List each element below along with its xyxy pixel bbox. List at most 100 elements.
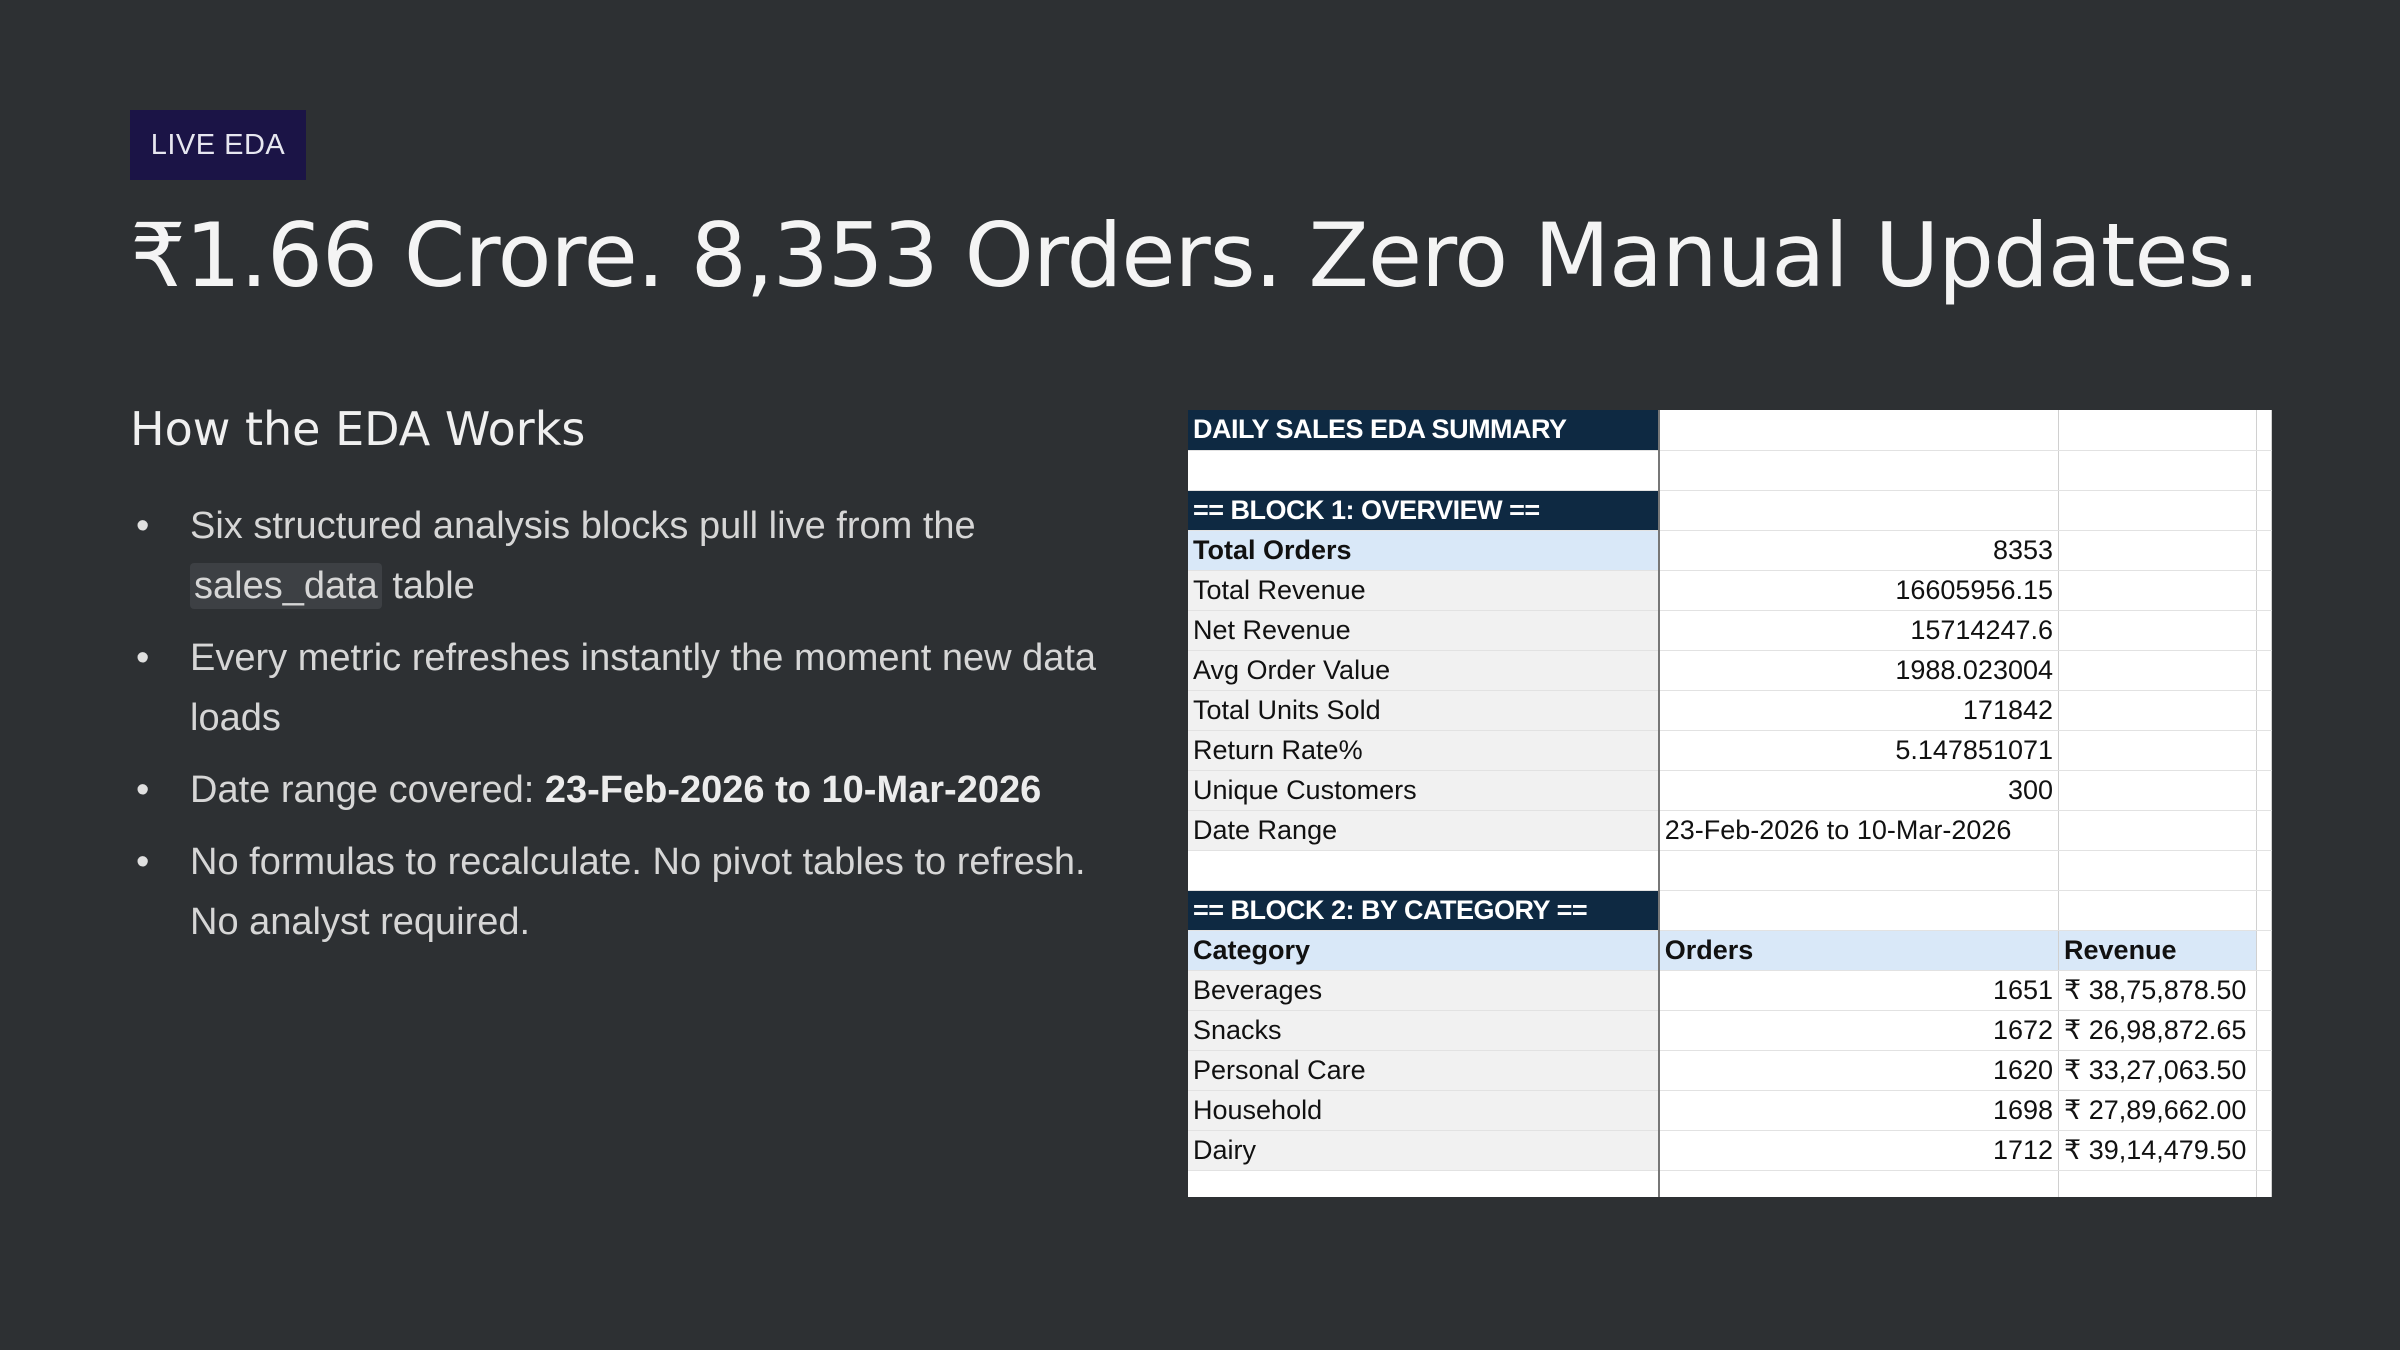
category-name[interactable]: Personal Care bbox=[1188, 1050, 1660, 1091]
table-row bbox=[1188, 850, 2272, 891]
cell[interactable] bbox=[2058, 730, 2257, 771]
cell[interactable] bbox=[2256, 650, 2272, 691]
bullet-item: • Six structured analysis blocks pull li… bbox=[130, 496, 1130, 616]
cell[interactable] bbox=[2256, 1130, 2272, 1171]
cell[interactable] bbox=[2256, 1090, 2272, 1131]
cell[interactable] bbox=[2256, 690, 2272, 731]
metric-label[interactable]: Return Rate% bbox=[1188, 730, 1660, 771]
metric-value[interactable]: 15714247.6 bbox=[1658, 610, 2060, 651]
metric-label[interactable]: Total Revenue bbox=[1188, 570, 1660, 611]
table-row: Total Orders 8353 bbox=[1188, 530, 2272, 571]
table-row: Total Revenue 16605956.15 bbox=[1188, 570, 2272, 611]
category-revenue[interactable]: ₹ 27,89,662.00 bbox=[2058, 1090, 2257, 1131]
cell[interactable] bbox=[2256, 770, 2272, 811]
metric-label[interactable]: Date Range bbox=[1188, 810, 1660, 851]
cell[interactable] bbox=[2058, 1170, 2257, 1197]
date-range-highlight: 23-Feb-2026 to 10-Mar-2026 bbox=[544, 769, 1042, 811]
cell[interactable] bbox=[2058, 690, 2257, 731]
table-row: Total Units Sold 171842 bbox=[1188, 690, 2272, 731]
cell[interactable] bbox=[2256, 810, 2272, 851]
metric-label[interactable]: Total Orders bbox=[1188, 530, 1660, 571]
cell[interactable] bbox=[1188, 450, 1660, 491]
cell[interactable] bbox=[1188, 1170, 1660, 1197]
column-header[interactable]: Category bbox=[1188, 930, 1660, 971]
category-orders[interactable]: 1651 bbox=[1658, 970, 2060, 1011]
category-revenue[interactable]: ₹ 39,14,479.50 bbox=[2058, 1130, 2257, 1171]
cell[interactable] bbox=[2058, 850, 2257, 891]
cell[interactable] bbox=[2058, 490, 2257, 531]
table-row: Date Range 23-Feb-2026 to 10-Mar-2026 bbox=[1188, 810, 2272, 851]
category-name[interactable]: Dairy bbox=[1188, 1130, 1660, 1171]
bullet-dot-icon: • bbox=[136, 505, 150, 547]
cell[interactable] bbox=[2058, 890, 2257, 931]
cell[interactable] bbox=[2058, 650, 2257, 691]
cell[interactable] bbox=[2058, 450, 2257, 491]
bullet-dot-icon: • bbox=[136, 769, 150, 811]
cell[interactable] bbox=[2256, 450, 2272, 491]
cell[interactable] bbox=[2256, 1010, 2272, 1051]
metric-value[interactable]: 16605956.15 bbox=[1658, 570, 2060, 611]
cell[interactable] bbox=[2256, 930, 2272, 971]
metric-value[interactable]: 171842 bbox=[1658, 690, 2060, 731]
cell[interactable] bbox=[1658, 850, 2060, 891]
bullet-item: • No formulas to recalculate. No pivot t… bbox=[130, 832, 1130, 952]
cell[interactable] bbox=[1658, 1170, 2060, 1197]
cell[interactable] bbox=[2058, 410, 2257, 451]
table-row: == BLOCK 2: BY CATEGORY == bbox=[1188, 890, 2272, 931]
cell[interactable] bbox=[2256, 730, 2272, 771]
table-row: Unique Customers 300 bbox=[1188, 770, 2272, 811]
metric-label[interactable]: Total Units Sold bbox=[1188, 690, 1660, 731]
metric-label[interactable]: Avg Order Value bbox=[1188, 650, 1660, 691]
metric-value[interactable]: 1988.023004 bbox=[1658, 650, 2060, 691]
metric-value[interactable]: 8353 bbox=[1658, 530, 2060, 571]
cell[interactable] bbox=[1188, 850, 1660, 891]
category-revenue[interactable]: ₹ 33,27,063.50 bbox=[2058, 1050, 2257, 1091]
cell[interactable] bbox=[2058, 610, 2257, 651]
column-header[interactable]: Revenue bbox=[2058, 930, 2257, 971]
category-revenue[interactable]: ₹ 38,75,878.50 bbox=[2058, 970, 2257, 1011]
cell[interactable] bbox=[2256, 410, 2272, 451]
block1-header[interactable]: == BLOCK 1: OVERVIEW == bbox=[1188, 490, 1660, 531]
sheet-title[interactable]: DAILY SALES EDA SUMMARY bbox=[1188, 410, 1660, 451]
category-revenue[interactable]: ₹ 26,98,872.65 bbox=[2058, 1010, 2257, 1051]
bullet-dot-icon: • bbox=[136, 637, 150, 679]
cell[interactable] bbox=[2256, 890, 2272, 931]
block2-header[interactable]: == BLOCK 2: BY CATEGORY == bbox=[1188, 890, 1660, 931]
metric-value[interactable]: 5.147851071 bbox=[1658, 730, 2060, 771]
cell[interactable] bbox=[2058, 530, 2257, 571]
table-row: Personal Care 1620 ₹ 33,27,063.50 bbox=[1188, 1050, 2272, 1091]
table-row: Beverages 1651 ₹ 38,75,878.50 bbox=[1188, 970, 2272, 1011]
cell[interactable] bbox=[2058, 770, 2257, 811]
cell[interactable] bbox=[2256, 970, 2272, 1011]
cell[interactable] bbox=[1658, 890, 2060, 931]
table-row: Household 1698 ₹ 27,89,662.00 bbox=[1188, 1090, 2272, 1131]
column-header[interactable]: Orders bbox=[1658, 930, 2060, 971]
spreadsheet-screenshot: DAILY SALES EDA SUMMARY == BLOCK 1: OVER… bbox=[1188, 410, 2272, 1197]
category-name[interactable]: Snacks bbox=[1188, 1010, 1660, 1051]
table-row: Return Rate% 5.147851071 bbox=[1188, 730, 2272, 771]
cell[interactable] bbox=[2256, 1050, 2272, 1091]
category-orders[interactable]: 1672 bbox=[1658, 1010, 2060, 1051]
cell[interactable] bbox=[2256, 610, 2272, 651]
category-orders[interactable]: 1620 bbox=[1658, 1050, 2060, 1091]
category-name[interactable]: Beverages bbox=[1188, 970, 1660, 1011]
cell[interactable] bbox=[2256, 570, 2272, 611]
cell[interactable] bbox=[2256, 1170, 2272, 1197]
cell[interactable] bbox=[2058, 570, 2257, 611]
bullet-item: • Date range covered: 23-Feb-2026 to 10-… bbox=[130, 760, 1130, 820]
cell[interactable] bbox=[2058, 810, 2257, 851]
metric-label[interactable]: Net Revenue bbox=[1188, 610, 1660, 651]
cell[interactable] bbox=[2256, 850, 2272, 891]
category-orders[interactable]: 1712 bbox=[1658, 1130, 2060, 1171]
metric-label[interactable]: Unique Customers bbox=[1188, 770, 1660, 811]
cell[interactable] bbox=[1658, 450, 2060, 491]
category-name[interactable]: Household bbox=[1188, 1090, 1660, 1131]
category-orders[interactable]: 1698 bbox=[1658, 1090, 2060, 1131]
cell[interactable] bbox=[2256, 530, 2272, 571]
metric-value[interactable]: 300 bbox=[1658, 770, 2060, 811]
cell[interactable] bbox=[1658, 490, 2060, 531]
metric-value[interactable]: 23-Feb-2026 to 10-Mar-2026 bbox=[1658, 810, 2060, 851]
cell[interactable] bbox=[1658, 410, 2060, 451]
table-row: Net Revenue 15714247.6 bbox=[1188, 610, 2272, 651]
cell[interactable] bbox=[2256, 490, 2272, 531]
